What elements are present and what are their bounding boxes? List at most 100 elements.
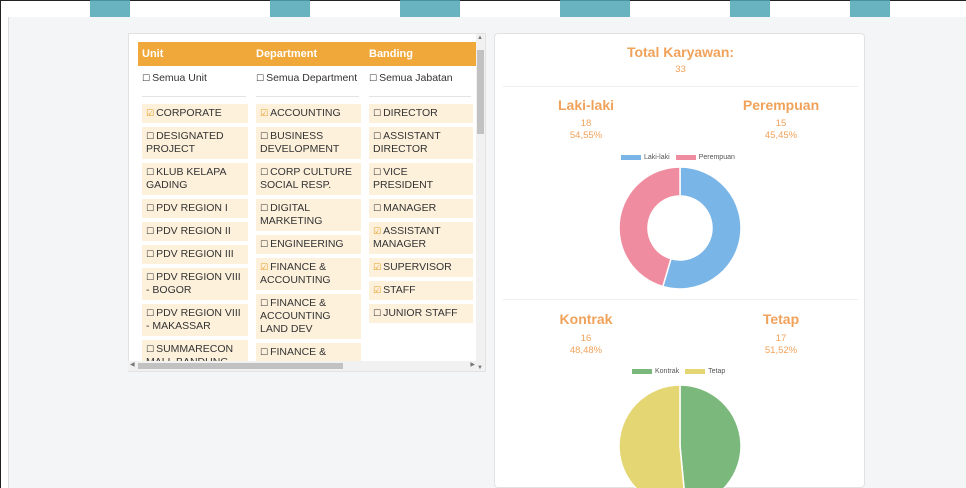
unit-option-label: DESIGNATED PROJECT xyxy=(146,130,224,155)
department-option[interactable]: ☑ ACCOUNTING xyxy=(256,104,361,123)
select-all-department-label: Semua Department xyxy=(266,72,358,84)
checkbox-icon[interactable]: ☐ xyxy=(260,347,268,357)
legend-item-male[interactable]: Laki-laki xyxy=(621,154,670,161)
department-option[interactable]: ☐ FINANCE & ACCOUNTING LAND DEV xyxy=(256,294,361,339)
department-option-label: CORP CULTURE SOCIAL RESP. xyxy=(260,166,352,191)
checkbox-icon[interactable]: ☐ xyxy=(146,167,154,177)
unit-option[interactable]: ☐ PDV REGION III xyxy=(142,245,248,264)
unit-option-label: PDV REGION VIII - BOGOR xyxy=(146,271,241,296)
checkbox-icon[interactable]: ☐ xyxy=(369,73,377,83)
checkbox-icon[interactable]: ☐ xyxy=(373,167,381,177)
checkbox-icon[interactable]: ☐ xyxy=(146,272,154,282)
male-percent: 54,55% xyxy=(569,130,603,141)
checkbox-icon[interactable]: ☐ xyxy=(256,73,264,83)
checkbox-icon[interactable]: ☐ xyxy=(260,239,268,249)
checkbox-icon[interactable]: ☐ xyxy=(146,226,154,236)
scroll-left-icon[interactable]: ◀ xyxy=(130,361,135,368)
vertical-scroll-thumb[interactable] xyxy=(477,50,484,134)
total-employees-title: Total Karyawan: xyxy=(626,44,735,60)
unit-option[interactable]: ☐ SUMMARECON MALL BANDUNG xyxy=(142,340,248,362)
checkbox-icon[interactable]: ☐ xyxy=(146,249,154,259)
checkbox-icon[interactable]: ☐ xyxy=(373,203,381,213)
unit-option[interactable]: ☐ PDV REGION II xyxy=(142,222,248,241)
horizontal-scroll-thumb[interactable] xyxy=(138,363,343,369)
checkbox-icon[interactable]: ☐ xyxy=(373,131,381,141)
pie-slice-kontrak[interactable] xyxy=(679,384,742,488)
checkbox-icon[interactable]: ☐ xyxy=(373,108,381,118)
department-option[interactable]: ☐ BUSINESS DEVELOPMENT xyxy=(256,127,361,159)
vertical-scrollbar[interactable]: ▲ ▼ xyxy=(476,34,485,371)
male-count: 18 xyxy=(580,118,592,129)
department-option[interactable]: ☑ FINANCE & ACCOUNTING xyxy=(256,258,361,290)
checked-checkbox-icon[interactable]: ☑ xyxy=(373,285,381,295)
department-option-label: FINANCE & ACCOUNTING xyxy=(260,261,331,286)
unit-option[interactable]: ☐ KLUB KELAPA GADING xyxy=(142,163,248,195)
checked-checkbox-icon[interactable]: ☑ xyxy=(373,262,381,272)
permanent-count: 17 xyxy=(775,333,787,344)
checkbox-icon[interactable]: ☐ xyxy=(146,131,154,141)
status-pie-chart xyxy=(618,384,742,488)
checkbox-icon[interactable]: ☐ xyxy=(146,344,154,354)
female-title: Perempuan xyxy=(742,97,820,113)
unit-option[interactable]: ☐ PDV REGION I xyxy=(142,199,248,218)
checked-checkbox-icon[interactable]: ☑ xyxy=(373,226,381,236)
checked-checkbox-icon[interactable]: ☑ xyxy=(260,108,268,118)
divider-row xyxy=(138,90,477,104)
unit-options: ☑ CORPORATE ☐ DESIGNATED PROJECT ☐ KLUB KELAP… xyxy=(138,104,252,362)
banding-option[interactable]: ☑ ASSISTANT MANAGER xyxy=(369,222,473,254)
legend-item-female[interactable]: Perempuan xyxy=(675,154,735,161)
unit-option-label: SUMMARECON MALL BANDUNG xyxy=(146,343,234,362)
unit-option-label: KLUB KELAPA GADING xyxy=(146,166,226,191)
checked-checkbox-icon[interactable]: ☑ xyxy=(146,108,154,118)
select-all-banding-label: Semua Jabatan xyxy=(379,72,453,84)
scroll-up-icon[interactable]: ▲ xyxy=(477,35,483,41)
banding-option-label: VICE PRESIDENT xyxy=(373,166,434,191)
banding-option[interactable]: ☐ ASSISTANT DIRECTOR xyxy=(369,127,473,159)
banding-option[interactable]: ☐ DIRECTOR xyxy=(369,104,473,123)
pie-slice-tetap[interactable] xyxy=(618,384,686,488)
select-all-unit-label: Semua Unit xyxy=(152,72,207,84)
unit-option[interactable]: ☐ PDV REGION VIII - MAKASSAR xyxy=(142,304,248,336)
banding-option[interactable]: ☑ SUPERVISOR xyxy=(369,258,473,277)
permanent-percent: 51,52% xyxy=(764,345,798,356)
banding-option[interactable]: ☐ JUNIOR STAFF xyxy=(369,304,473,323)
banding-option[interactable]: ☐ VICE PRESIDENT xyxy=(369,163,473,195)
banding-option-label: MANAGER xyxy=(383,202,437,214)
legend-item-permanent[interactable]: Tetap xyxy=(685,368,725,375)
checkbox-icon[interactable]: ☐ xyxy=(260,203,268,213)
checkbox-icon[interactable]: ☐ xyxy=(146,308,154,318)
scroll-down-icon[interactable]: ▼ xyxy=(477,365,483,371)
filter-table: Unit Department Banding ☐ Semua Unit ☐ Sem… xyxy=(138,42,477,362)
select-all-department[interactable]: ☐ Semua Department xyxy=(252,72,365,84)
banding-option[interactable]: ☐ MANAGER xyxy=(369,199,473,218)
department-option[interactable]: ☐FINANCE & TREASURY xyxy=(256,343,361,362)
checkbox-icon[interactable]: ☐ xyxy=(142,73,150,83)
scroll-right-icon[interactable]: ▶ xyxy=(470,361,475,368)
department-option[interactable]: ☐ ENGINEERING xyxy=(256,235,361,254)
female-count: 15 xyxy=(775,118,787,129)
header-department: Department xyxy=(256,48,318,60)
checkbox-icon[interactable]: ☐ xyxy=(260,167,268,177)
department-option-label: ENGINEERING xyxy=(270,238,344,250)
banding-option-label: STAFF xyxy=(383,284,416,296)
department-option[interactable]: ☐ DIGITAL MARKETING xyxy=(256,199,361,231)
banding-option-label: ASSISTANT DIRECTOR xyxy=(373,130,441,155)
banding-option[interactable]: ☑ STAFF xyxy=(369,281,473,300)
legend-item-contract[interactable]: Kontrak xyxy=(632,368,679,375)
checkbox-icon[interactable]: ☐ xyxy=(373,308,381,318)
checked-checkbox-icon[interactable]: ☑ xyxy=(260,262,268,272)
checkbox-icon[interactable]: ☐ xyxy=(260,131,268,141)
checkbox-icon[interactable]: ☐ xyxy=(260,298,268,308)
department-option[interactable]: ☐ CORP CULTURE SOCIAL RESP. xyxy=(256,163,361,195)
select-all-banding[interactable]: ☐ Semua Jabatan xyxy=(365,72,477,84)
legend-swatch-contract xyxy=(632,369,652,374)
legend-swatch-permanent xyxy=(685,369,706,374)
select-all-unit[interactable]: ☐ Semua Unit xyxy=(138,72,252,84)
checkbox-icon[interactable]: ☐ xyxy=(146,203,154,213)
unit-option[interactable]: ☑ CORPORATE xyxy=(142,104,248,123)
horizontal-scrollbar[interactable]: ◀ ▶ xyxy=(128,361,477,371)
unit-option[interactable]: ☐ PDV REGION VIII - BOGOR xyxy=(142,268,248,300)
unit-option[interactable]: ☐ DESIGNATED PROJECT xyxy=(142,127,248,159)
female-percent: 45,45% xyxy=(764,130,798,141)
legend-label-male: Laki-laki xyxy=(644,154,670,161)
